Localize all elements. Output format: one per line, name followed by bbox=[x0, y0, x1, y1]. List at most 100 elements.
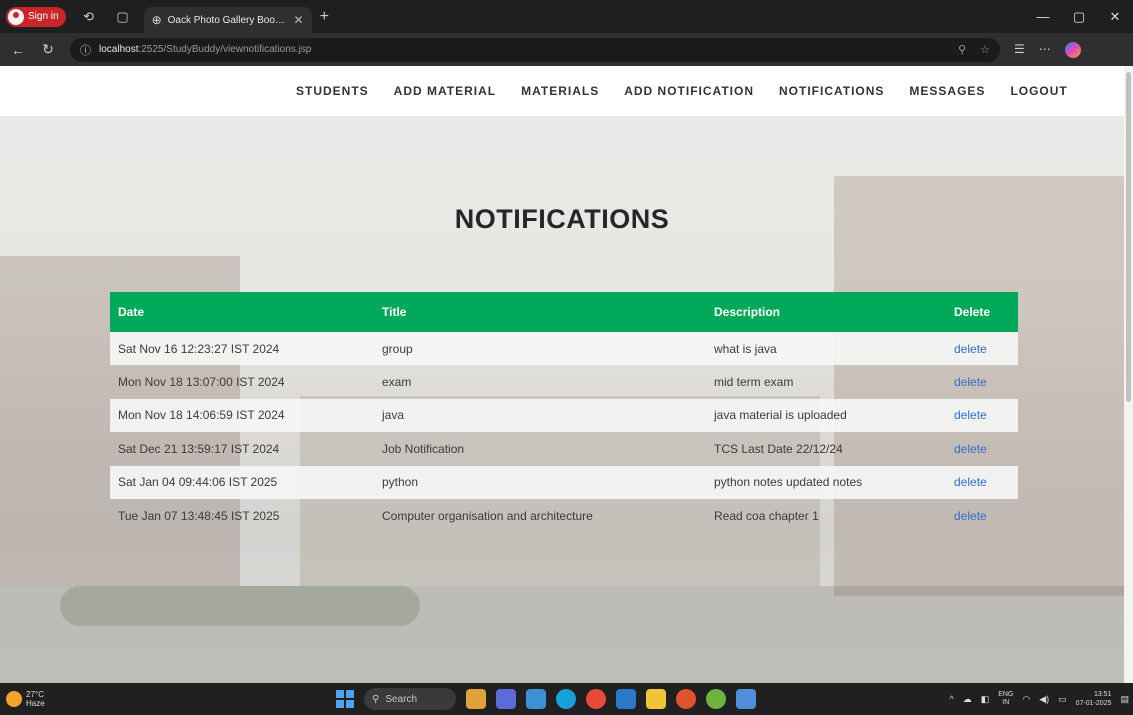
task-view-icon[interactable] bbox=[496, 689, 516, 709]
workspaces-icon[interactable]: ⟲ bbox=[78, 6, 100, 28]
table-row: Mon Nov 18 14:06:59 IST 2024 java java m… bbox=[110, 398, 1018, 433]
top-navigation: STUDENTS ADD MATERIAL MATERIALS ADD NOTI… bbox=[0, 66, 1124, 116]
url-path: :2525/StudyBuddy/viewnotifications.jsp bbox=[138, 44, 312, 55]
weather-widget[interactable]: 27°C Haze bbox=[6, 690, 45, 708]
favorites-icon[interactable]: ☰ bbox=[1014, 42, 1025, 58]
weather-desc: Haze bbox=[26, 699, 45, 708]
delete-link[interactable]: delete bbox=[954, 342, 987, 356]
cell-date: Sat Dec 21 13:59:17 IST 2024 bbox=[118, 441, 280, 456]
scrollbar-thumb[interactable] bbox=[1126, 72, 1131, 402]
cell-date: Mon Nov 18 13:07:00 IST 2024 bbox=[118, 375, 285, 390]
notifications-table: Date Title Description Delete Sat Nov 16… bbox=[110, 292, 1018, 532]
delete-link[interactable]: delete bbox=[954, 442, 987, 456]
close-tab-icon[interactable]: ✕ bbox=[294, 13, 304, 27]
app-icon-orange[interactable] bbox=[676, 689, 696, 709]
weather-icon bbox=[6, 691, 22, 707]
sign-in-label: Sign in bbox=[28, 11, 59, 22]
favorite-star-icon[interactable]: ☆ bbox=[980, 43, 990, 56]
cell-date: Sat Nov 16 12:23:27 IST 2024 bbox=[110, 332, 374, 366]
taskbar: 27°C Haze ⚲ Search ^ ☁ ◧ ENG IN ◠ ◀) ▭ 1… bbox=[0, 683, 1133, 715]
nav-add-notification[interactable]: ADD NOTIFICATION bbox=[624, 84, 754, 98]
new-tab-button[interactable]: + bbox=[320, 8, 329, 26]
table-row: Sat Dec 21 13:59:17 IST 2024 Job Notific… bbox=[110, 432, 1018, 465]
delete-link[interactable]: delete bbox=[954, 509, 987, 523]
cell-date: Tue Jan 07 13:48:45 IST 2025 bbox=[118, 508, 280, 523]
table-header-row: Date Title Description Delete bbox=[110, 292, 1018, 332]
url-field[interactable]: ⓘ localhost:2525/StudyBuddy/viewnotifica… bbox=[70, 37, 1000, 62]
notifications-icon[interactable]: ▤ bbox=[1120, 694, 1129, 705]
table-row: Tue Jan 07 13:48:45 IST 2025 Computer or… bbox=[110, 499, 1018, 532]
sign-in-button[interactable]: Sign in bbox=[6, 6, 66, 27]
app-icon-green[interactable] bbox=[706, 689, 726, 709]
table-row: Mon Nov 18 13:07:00 IST 2024 exam mid te… bbox=[110, 365, 1018, 398]
site-info-icon[interactable]: ⓘ bbox=[80, 42, 91, 58]
cell-description: mid term exam bbox=[714, 375, 794, 390]
header-date: Date bbox=[110, 292, 374, 332]
file-explorer-icon[interactable] bbox=[646, 689, 666, 709]
taskbar-search[interactable]: ⚲ Search bbox=[364, 688, 456, 710]
cell-date: Mon Nov 18 14:06:59 IST 2024 bbox=[110, 398, 374, 433]
chevron-up-icon[interactable]: ^ bbox=[949, 694, 953, 704]
clock[interactable]: 13:51 07-01-2025 bbox=[1076, 690, 1112, 708]
cell-description: java material is uploaded bbox=[706, 398, 946, 433]
cell-description: python notes updated notes bbox=[706, 465, 946, 499]
delete-link[interactable]: delete bbox=[954, 375, 987, 389]
nav-students[interactable]: STUDENTS bbox=[296, 84, 369, 98]
globe-icon: ⊕ bbox=[151, 13, 162, 27]
start-icon[interactable] bbox=[336, 690, 354, 708]
system-tray: ^ ☁ ◧ ENG IN ◠ ◀) ▭ 13:51 07-01-2025 ▤ bbox=[949, 683, 1129, 715]
back-icon[interactable]: ← bbox=[6, 38, 30, 62]
close-window-icon[interactable]: ✕ bbox=[1097, 0, 1133, 33]
window-controls: — ▢ ✕ bbox=[1025, 0, 1133, 33]
tab-actions-icon[interactable]: ▢ bbox=[112, 6, 134, 28]
nav-logout[interactable]: LOGOUT bbox=[1010, 84, 1067, 98]
more-icon[interactable]: ⋯ bbox=[1039, 42, 1051, 58]
maximize-icon[interactable]: ▢ bbox=[1061, 0, 1097, 33]
tray-app-icon[interactable]: ◧ bbox=[981, 694, 990, 705]
cell-title: Computer organisation and architecture bbox=[382, 508, 593, 523]
weather-temp: 27°C bbox=[26, 690, 44, 699]
app-icon-blue[interactable] bbox=[526, 689, 546, 709]
delete-link[interactable]: delete bbox=[954, 408, 987, 422]
search-label: Search bbox=[385, 693, 418, 705]
cell-title: java bbox=[374, 398, 706, 433]
copilot-icon[interactable] bbox=[1064, 41, 1081, 58]
refresh-icon[interactable]: ↻ bbox=[36, 38, 60, 62]
browser-tab[interactable]: ⊕ Oack Photo Gallery Bootstrap Re ✕ bbox=[143, 7, 312, 33]
volume-icon[interactable]: ◀) bbox=[1039, 694, 1049, 705]
widgets-app-icon[interactable] bbox=[466, 689, 486, 709]
url-host: localhost bbox=[99, 44, 139, 55]
photos-app-icon[interactable] bbox=[736, 689, 756, 709]
profile-icon bbox=[8, 8, 24, 25]
nav-messages[interactable]: MESSAGES bbox=[909, 84, 985, 98]
cell-description: what is java bbox=[706, 332, 946, 366]
tab-title: Oack Photo Gallery Bootstrap Re bbox=[167, 14, 288, 26]
nav-notifications[interactable]: NOTIFICATIONS bbox=[779, 84, 884, 98]
clock-date: 07-01-2025 bbox=[1075, 700, 1112, 707]
chrome-browser-icon[interactable] bbox=[586, 689, 606, 709]
store-icon[interactable] bbox=[616, 689, 636, 709]
delete-link[interactable]: delete bbox=[954, 475, 987, 489]
minimize-icon[interactable]: — bbox=[1025, 0, 1061, 33]
header-delete: Delete bbox=[946, 292, 1018, 332]
header-title: Title bbox=[374, 292, 706, 332]
edge-browser-icon[interactable] bbox=[556, 689, 576, 709]
page-scrollbar[interactable] bbox=[1124, 66, 1133, 683]
header-description: Description bbox=[706, 292, 946, 332]
region-code: IN bbox=[1002, 699, 1010, 706]
cell-title: python bbox=[374, 465, 706, 499]
page-title: NOTIFICATIONS bbox=[454, 204, 670, 234]
language-code: ENG bbox=[998, 691, 1014, 698]
taskbar-apps: ⚲ Search bbox=[336, 683, 756, 715]
zoom-icon[interactable]: ⚲ bbox=[958, 43, 966, 56]
battery-icon[interactable]: ▭ bbox=[1058, 694, 1067, 705]
nav-add-material[interactable]: ADD MATERIAL bbox=[394, 84, 496, 98]
address-toolbar: ← ↻ ⓘ localhost:2525/StudyBuddy/viewnoti… bbox=[0, 33, 1133, 66]
cell-title: group bbox=[374, 332, 706, 366]
onedrive-icon[interactable]: ☁ bbox=[963, 694, 972, 705]
table-row: Sat Jan 04 09:44:06 IST 2025 python pyth… bbox=[110, 465, 1018, 499]
cell-description: TCS Last Date 22/12/24 bbox=[714, 441, 843, 456]
wifi-icon[interactable]: ◠ bbox=[1022, 694, 1030, 705]
nav-materials[interactable]: MATERIALS bbox=[521, 84, 599, 98]
language-indicator[interactable]: ENG IN bbox=[998, 691, 1013, 707]
